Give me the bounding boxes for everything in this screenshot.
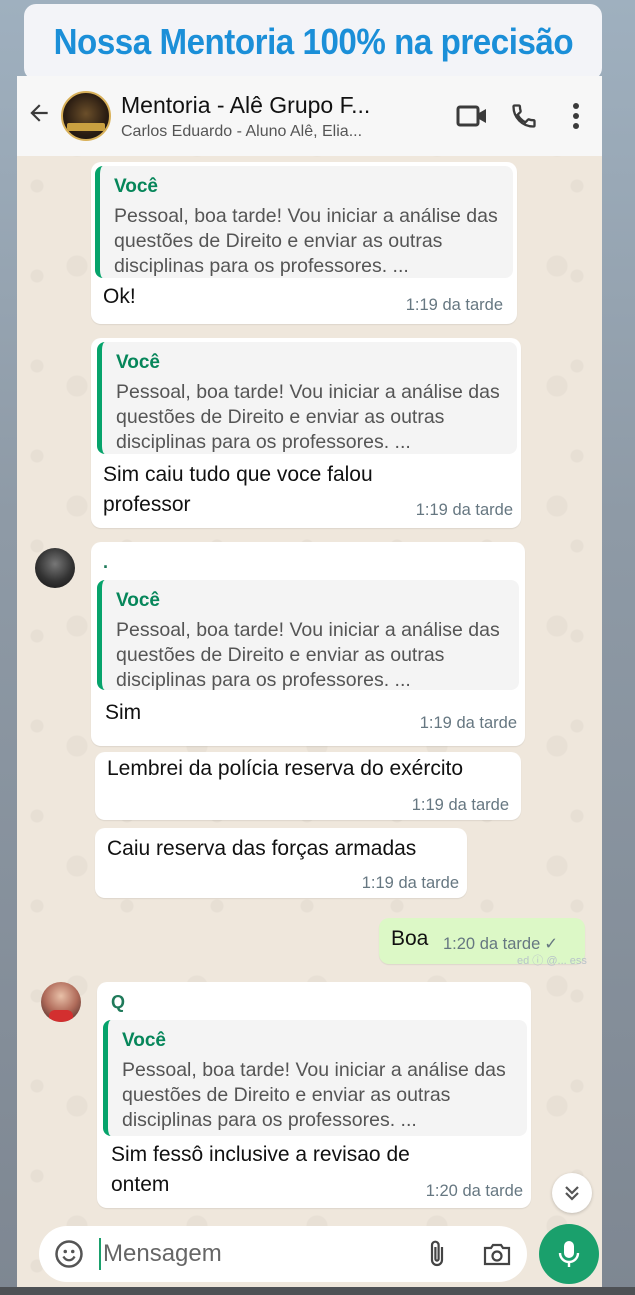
sender-avatar[interactable]	[35, 548, 75, 588]
scroll-down-button[interactable]	[552, 1173, 592, 1213]
message-bubble[interactable]: Você Pessoal, boa tarde! Vou iniciar a a…	[91, 338, 521, 528]
message-text: Sim fessô inclusive a revisao de ontem	[111, 1143, 410, 1196]
watermark: ed ⓘ @... ess	[517, 955, 587, 967]
group-avatar[interactable]	[61, 91, 111, 141]
quoted-message[interactable]: Você Pessoal, boa tarde! Vou iniciar a a…	[95, 166, 513, 278]
message-bubble[interactable]: Você Pessoal, boa tarde! Vou iniciar a a…	[91, 162, 517, 324]
more-vert-icon[interactable]	[550, 102, 602, 130]
message-time: 1:19 da tarde	[411, 796, 509, 814]
sender-avatar[interactable]	[41, 982, 81, 1022]
chat-participants: Carlos Eduardo - Aluno Alê, Elia...	[121, 122, 363, 140]
message-time: 1:19 da tarde	[405, 296, 503, 314]
attach-icon[interactable]	[407, 1239, 467, 1269]
message-bubble[interactable]: Caiu reserva das forças armadas 1:19 da …	[95, 828, 467, 898]
quote-text: Pessoal, boa tarde! Vou iniciar a anális…	[122, 1059, 506, 1131]
chat-title-area[interactable]: Mentoria - Alê Grupo F... Carlos Eduardo…	[121, 92, 446, 141]
quote-author: Você	[116, 352, 161, 373]
quote-text: Pessoal, boa tarde! Vou iniciar a anális…	[116, 381, 500, 453]
message-bubble[interactable]: . Você Pessoal, boa tarde! Vou iniciar a…	[91, 542, 525, 746]
sent-check-icon: ✓	[544, 935, 559, 953]
message-text: Boa	[391, 927, 429, 950]
message-composer: Mensagem	[39, 1226, 527, 1282]
message-text: Sim caiu tudo que voce falou professor	[103, 463, 373, 516]
quoted-message[interactable]: Você Pessoal, boa tarde! Vou iniciar a a…	[97, 580, 519, 691]
message-input[interactable]: Mensagem	[99, 1238, 407, 1270]
quote-author: Você	[122, 1030, 167, 1051]
message-bubble[interactable]: Lembrei da polícia reserva do exército 1…	[95, 752, 521, 820]
message-text: Lembrei da polícia reserva do exército	[107, 757, 464, 780]
message-time: 1:19 da tarde	[361, 874, 459, 892]
sender-name: Q	[111, 992, 126, 1012]
back-arrow-icon[interactable]	[17, 100, 61, 133]
double-chevron-down-icon	[565, 1186, 579, 1201]
microphone-icon	[558, 1241, 580, 1267]
bottom-edge	[0, 1287, 635, 1295]
banner-title: Nossa Mentoria 100% na precisão	[53, 21, 573, 62]
message-text: Ok!	[103, 285, 136, 308]
video-call-icon[interactable]	[446, 103, 498, 129]
sender-name: .	[103, 552, 109, 572]
message-time: 1:19 da tarde	[415, 501, 513, 519]
phone-icon[interactable]	[498, 102, 550, 130]
camera-icon[interactable]	[467, 1241, 527, 1267]
message-text: Caiu reserva das forças armadas	[107, 837, 417, 860]
quote-text: Pessoal, boa tarde! Vou iniciar a anális…	[116, 619, 500, 691]
chat-header: Mentoria - Alê Grupo F... Carlos Eduardo…	[17, 76, 602, 156]
message-text: Sim	[105, 701, 142, 724]
quoted-message[interactable]: Você Pessoal, boa tarde! Vou iniciar a a…	[103, 1020, 527, 1136]
promo-banner: Nossa Mentoria 100% na precisão	[24, 4, 602, 80]
microphone-button[interactable]	[539, 1224, 599, 1284]
chat-screen: Mentoria - Alê Grupo F... Carlos Eduardo…	[17, 76, 602, 1287]
chat-title: Mentoria - Alê Grupo F...	[121, 91, 371, 118]
message-bubble[interactable]: Q Você Pessoal, boa tarde! Vou iniciar a…	[97, 982, 531, 1208]
message-time: 1:20 da tarde	[425, 1182, 523, 1200]
quote-author: Você	[114, 176, 159, 197]
message-time: 1:19 da tarde	[419, 714, 517, 732]
emoji-icon[interactable]	[39, 1239, 99, 1269]
quoted-message[interactable]: Você Pessoal, boa tarde! Vou iniciar a a…	[97, 342, 517, 454]
message-time: 1:20 da tarde ✓	[443, 934, 558, 954]
quote-author: Você	[116, 590, 161, 611]
message-time-text: 1:20 da tarde	[443, 935, 541, 953]
quote-text: Pessoal, boa tarde! Vou iniciar a anális…	[114, 205, 498, 277]
